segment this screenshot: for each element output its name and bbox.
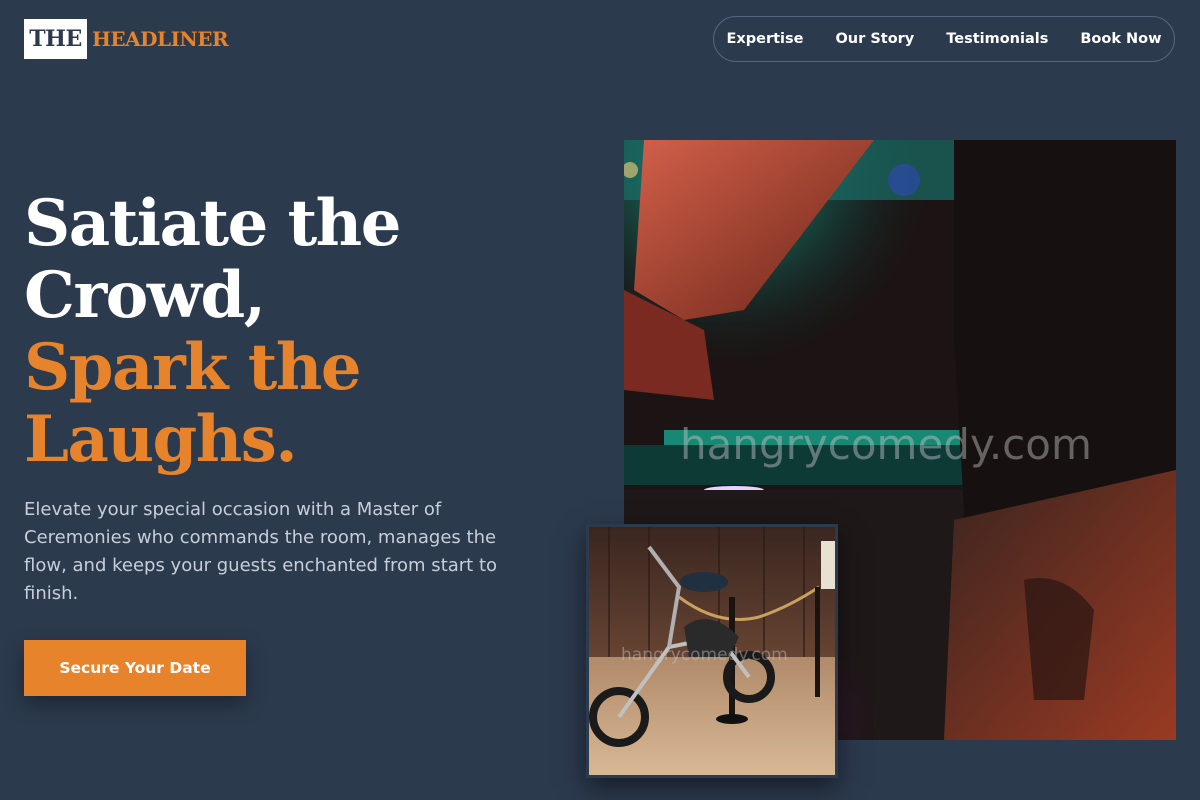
headline-line-3: Spark the: [24, 330, 362, 405]
nav-link-testimonials[interactable]: Testimonials: [946, 31, 1048, 47]
secondary-image-watermark: hangrycomedy.com: [621, 645, 788, 665]
headline-line-4: Laughs.: [24, 402, 298, 477]
logo-mark: THE: [24, 19, 87, 59]
logo[interactable]: THE HEADLINER: [24, 19, 229, 59]
logo-wordmark: HEADLINER: [92, 27, 229, 51]
main-nav: Expertise Our Story Testimonials Book No…: [713, 16, 1175, 62]
headline-line-2: Crowd,: [24, 258, 266, 333]
nav-link-expertise[interactable]: Expertise: [726, 31, 803, 47]
hero-description: Elevate your special occasion with a Mas…: [24, 499, 498, 604]
hero-secondary-image: hangrycomedy.com: [586, 524, 838, 778]
hero-headline: Satiate the Crowd, Spark the Laughs.: [24, 186, 401, 477]
headline-line-1: Satiate the: [24, 186, 401, 261]
nav-link-book-now[interactable]: Book Now: [1080, 31, 1161, 47]
nav-link-our-story[interactable]: Our Story: [835, 31, 914, 47]
secure-date-button[interactable]: Secure Your Date: [24, 640, 246, 696]
main-image-watermark: hangrycomedy.com: [680, 420, 1092, 469]
